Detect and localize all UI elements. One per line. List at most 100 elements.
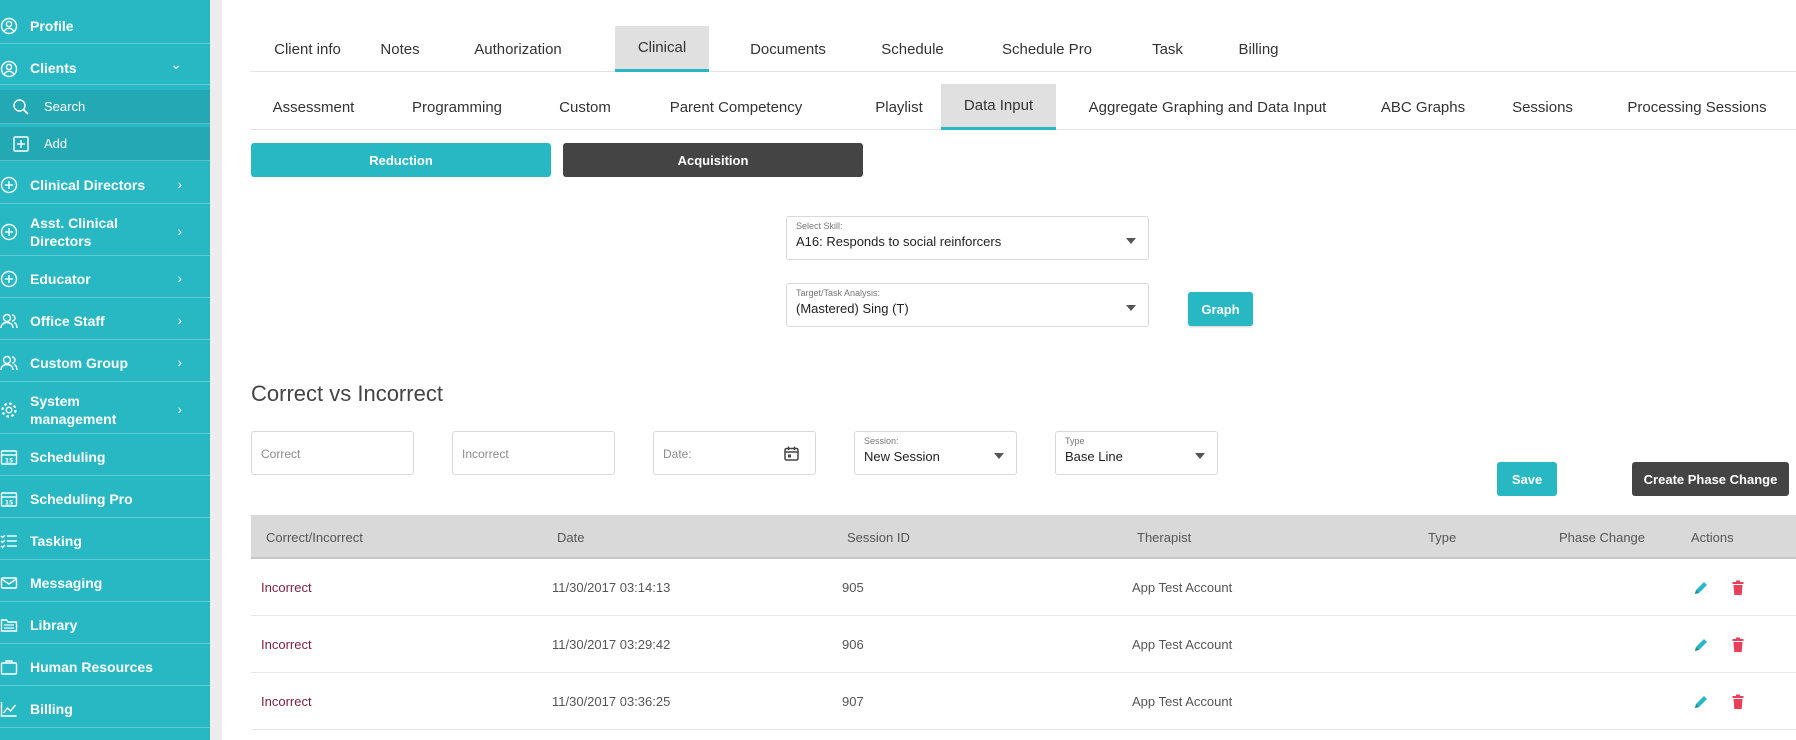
cell-date: 11/30/2017 03:29:42 [552, 637, 671, 652]
graph-button[interactable]: Graph [1188, 292, 1253, 326]
section-title: Correct vs Incorrect [251, 381, 443, 406]
sidebar-gutter [210, 0, 222, 740]
sidebar-item-profile[interactable]: Profile [0, 8, 210, 44]
sidebar-item-system-management[interactable]: System management › [0, 386, 210, 434]
tab-documents[interactable]: Documents [723, 26, 853, 72]
tab-abc-graphs[interactable]: ABC Graphs [1359, 84, 1487, 130]
tab-parent-competency[interactable]: Parent Competency [633, 84, 839, 130]
sidebar-item-educator[interactable]: Educator › [0, 260, 210, 298]
folder-icon [0, 616, 18, 634]
tab-authorization[interactable]: Authorization [435, 26, 601, 72]
correct-placeholder: Correct [261, 447, 301, 461]
select-skill-label: Select Skill: [796, 221, 843, 231]
sidebar-item-label: Scheduling [30, 448, 106, 465]
acquisition-button[interactable]: Acquisition [563, 143, 863, 177]
sidebar-item-label: Clients [30, 60, 77, 76]
sidebar-item-custom-group[interactable]: Custom Group › [0, 344, 210, 382]
tab-client-info[interactable]: Client info [250, 26, 365, 72]
tab-task[interactable]: Task [1122, 26, 1213, 72]
cell-session-id: 906 [842, 637, 864, 652]
column-header-phase-change[interactable]: Phase Change [1559, 515, 1645, 559]
sidebar-item-asst-clinical-directors[interactable]: Asst. Clinical Directors › [0, 208, 210, 256]
delete-icon[interactable] [1729, 579, 1747, 597]
sidebar-item-tasking[interactable]: Tasking [0, 522, 210, 560]
tab-custom[interactable]: Custom [537, 84, 633, 130]
column-header-correct-incorrect[interactable]: Correct/Incorrect [266, 515, 363, 559]
select-skill-value: A16: Responds to social reinforcers [796, 234, 1002, 249]
session-dropdown[interactable]: Session: New Session [854, 431, 1017, 475]
delete-icon[interactable] [1729, 693, 1747, 711]
sidebar-item-label: Tasking [30, 532, 82, 549]
sidebar-item-label: Custom Group [30, 354, 128, 371]
sidebar-item-scheduling-pro[interactable]: 15 Scheduling Pro [0, 480, 210, 518]
svg-text:15: 15 [5, 458, 13, 465]
target-task-dropdown[interactable]: Target/Task Analysis: (Mastered) Sing (T… [786, 283, 1149, 327]
reduction-button[interactable]: Reduction [251, 143, 551, 177]
cell-result: Incorrect [261, 580, 312, 595]
chart-icon [0, 700, 18, 718]
sidebar-item-clinical-directors[interactable]: Clinical Directors › [0, 166, 210, 204]
sidebar-item-label: Educator [30, 270, 91, 287]
users-icon [0, 354, 18, 372]
session-value: New Session [864, 449, 940, 464]
edit-icon[interactable] [1692, 636, 1710, 654]
select-skill-dropdown[interactable]: Select Skill: A16: Responds to social re… [786, 216, 1149, 260]
chevron-right-icon: › [177, 312, 182, 328]
tab-billing[interactable]: Billing [1213, 26, 1304, 72]
column-header-actions[interactable]: Actions [1691, 515, 1734, 559]
correct-input[interactable]: Correct [251, 431, 414, 475]
user-circle-icon [0, 17, 18, 35]
tab-sessions[interactable]: Sessions [1487, 84, 1598, 130]
envelope-icon [0, 574, 18, 592]
sidebar-item-library[interactable]: Library [0, 606, 210, 644]
plus-circle-icon [0, 176, 18, 194]
plus-circle-icon [0, 270, 18, 288]
chevron-right-icon: › [177, 401, 182, 417]
table-header: Correct/Incorrect Date Session ID Therapist… [251, 515, 1796, 559]
sidebar-item-messaging[interactable]: Messaging [0, 564, 210, 602]
primary-tabs: Client info Notes Authorization Clinical Doc… [250, 26, 1796, 72]
column-header-date[interactable]: Date [557, 515, 584, 559]
cell-date: 11/30/2017 03:14:13 [552, 580, 671, 595]
tab-notes[interactable]: Notes [365, 26, 435, 72]
column-header-session-id[interactable]: Session ID [847, 515, 910, 559]
plus-square-icon [12, 135, 30, 153]
tab-schedule[interactable]: Schedule [853, 26, 972, 72]
secondary-tabs: Assessment Programming Custom Parent Compet… [250, 84, 1796, 130]
save-button[interactable]: Save [1497, 462, 1557, 496]
list-icon [0, 532, 18, 550]
incorrect-input[interactable]: Incorrect [452, 431, 615, 475]
type-dropdown[interactable]: Type Base Line [1055, 431, 1218, 475]
column-header-type[interactable]: Type [1428, 515, 1456, 559]
date-placeholder: Date: [663, 447, 692, 461]
edit-icon[interactable] [1692, 579, 1710, 597]
sidebar-item-label: System management [30, 392, 117, 427]
cell-therapist: App Test Account [1132, 637, 1233, 652]
tab-processing-sessions[interactable]: Processing Sessions [1598, 84, 1796, 130]
sidebar-item-human-resources[interactable]: Human Resources [0, 648, 210, 686]
sidebar-item-add[interactable]: Add [0, 127, 210, 161]
tab-schedule-pro[interactable]: Schedule Pro [972, 26, 1122, 72]
sidebar-item-office-staff[interactable]: Office Staff › [0, 302, 210, 340]
sidebar-item-billing[interactable]: Billing [0, 690, 210, 728]
create-phase-change-button[interactable]: Create Phase Change [1632, 462, 1789, 496]
type-value: Base Line [1065, 449, 1123, 464]
tab-clinical[interactable]: Clinical [615, 26, 709, 72]
user-circle-icon [0, 60, 18, 78]
sidebar-item-clients[interactable]: Clients ⌄ [0, 52, 210, 85]
date-input[interactable]: Date: [653, 431, 816, 475]
sidebar-item-label: Scheduling Pro [30, 490, 133, 507]
delete-icon[interactable] [1729, 636, 1747, 654]
tab-programming[interactable]: Programming [377, 84, 537, 130]
chevron-down-icon [1126, 238, 1136, 244]
tab-assessment[interactable]: Assessment [250, 84, 377, 130]
column-header-therapist[interactable]: Therapist [1137, 515, 1191, 559]
table-row: Incorrect 11/30/2017 03:29:42 906 App Test … [251, 616, 1796, 673]
tab-data-input[interactable]: Data Input [941, 84, 1056, 130]
sidebar-item-search[interactable]: Search [0, 90, 210, 124]
calendar-icon[interactable] [784, 446, 799, 461]
sidebar-item-scheduling[interactable]: 15 Scheduling [0, 438, 210, 476]
cell-session-id: 905 [842, 580, 864, 595]
edit-icon[interactable] [1692, 693, 1710, 711]
tab-aggregate-graphing-and-data-input[interactable]: Aggregate Graphing and Data Input [1056, 84, 1359, 130]
